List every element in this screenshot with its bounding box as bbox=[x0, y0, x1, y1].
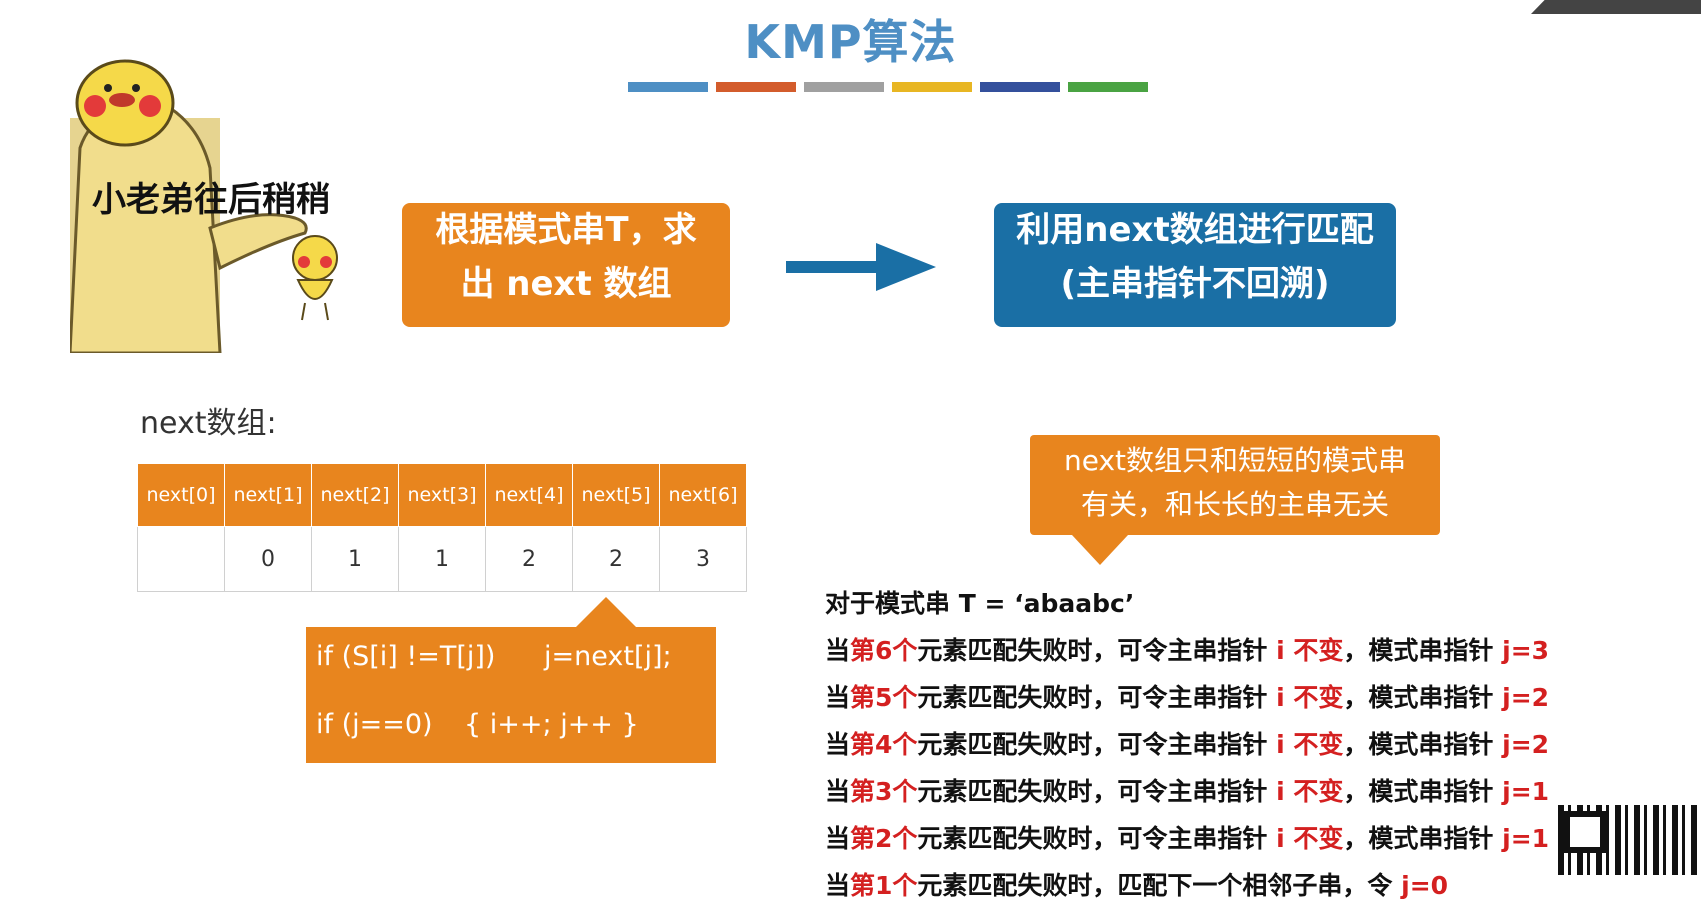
next-value-cell: 2 bbox=[485, 526, 573, 592]
rule-ordinal: 第3个 bbox=[850, 777, 918, 806]
rule-ordinal: 第6个 bbox=[850, 636, 918, 665]
note-line2: 有关，和长长的主串无关 bbox=[1080, 488, 1389, 521]
step1-line1: 根据模式串T，求 bbox=[435, 210, 697, 250]
color-bar bbox=[892, 82, 972, 92]
step2-line1: 利用next数组进行匹配 bbox=[1016, 210, 1374, 250]
rule-j-part: j=1 bbox=[1502, 824, 1550, 853]
rule-prefix: 当 bbox=[825, 683, 851, 712]
next-table-value-row: 0 1 1 2 2 3 bbox=[137, 526, 747, 592]
next-value-cell: 3 bbox=[659, 526, 747, 592]
code-line2-action: { i++; j++ } bbox=[464, 709, 639, 740]
next-value-cell: 1 bbox=[398, 526, 486, 592]
next-array-label: next数组: bbox=[140, 406, 277, 441]
rule-i-part: i 不变 bbox=[1276, 636, 1344, 665]
callout-pointer bbox=[576, 597, 636, 627]
title-color-bars bbox=[628, 82, 1148, 92]
step2-line2: (主串指针不回溯) bbox=[1060, 264, 1330, 304]
next-header-cell: next[4] bbox=[485, 463, 573, 527]
rule-text: ，模式串指针 bbox=[1343, 777, 1503, 806]
code-line2-condition: if (j==0) bbox=[316, 709, 433, 740]
next-header-cell: next[2] bbox=[311, 463, 399, 527]
rule-i-part: i 不变 bbox=[1276, 730, 1344, 759]
rule-j-part: j=1 bbox=[1502, 777, 1550, 806]
note-callout: next数组只和短短的模式串 有关，和长长的主串无关 bbox=[1030, 435, 1440, 565]
rule-item: 当第6个元素匹配失败时，可令主串指针 i 不变，模式串指针 j=3 bbox=[825, 627, 1701, 674]
next-table: next[0] next[1] next[2] next[3] next[4] … bbox=[137, 463, 747, 592]
code-line1-action: j=next[j]; bbox=[544, 641, 672, 672]
rule-text: 元素匹配失败时，可令主串指针 bbox=[917, 824, 1277, 853]
next-header-cell: next[3] bbox=[398, 463, 486, 527]
rule-text: 元素匹配失败时，可令主串指针 bbox=[917, 730, 1277, 759]
next-header-cell: next[1] bbox=[224, 463, 312, 527]
rule-item: 当第4个元素匹配失败时，可令主串指针 i 不变，模式串指针 j=2 bbox=[825, 721, 1701, 768]
next-value-cell: 2 bbox=[572, 526, 660, 592]
next-header-cell: next[5] bbox=[572, 463, 660, 527]
code-line1-condition: if (S[i] !=T[j]) bbox=[316, 641, 496, 672]
rule-ordinal: 第4个 bbox=[850, 730, 918, 759]
rule-i-part: i 不变 bbox=[1276, 824, 1344, 853]
rule-i-part: i 不变 bbox=[1276, 777, 1344, 806]
rule-j-part: j=0 bbox=[1401, 871, 1449, 900]
next-value-cell: 0 bbox=[224, 526, 312, 592]
rule-text: 元素匹配失败时，匹配下一个相邻子串，令 bbox=[917, 871, 1402, 900]
rule-text: ，模式串指针 bbox=[1343, 824, 1503, 853]
rule-ordinal: 第1个 bbox=[850, 871, 918, 900]
rule-j-part: j=3 bbox=[1502, 636, 1550, 665]
next-header-cell: next[6] bbox=[659, 463, 747, 527]
rule-text: 元素匹配失败时，可令主串指针 bbox=[917, 636, 1277, 665]
rule-prefix: 当 bbox=[825, 730, 851, 759]
code-callout: if (S[i] !=T[j]) j=next[j]; if (j==0) { … bbox=[306, 597, 716, 763]
mascot-caption: 小老弟往后稍稍 bbox=[92, 180, 330, 220]
step2-box: 利用next数组进行匹配 (主串指针不回溯) bbox=[994, 203, 1396, 327]
step1-box: 根据模式串T，求 出 next 数组 bbox=[402, 203, 730, 327]
rule-text: ，模式串指针 bbox=[1343, 683, 1503, 712]
color-bar bbox=[716, 82, 796, 92]
rule-prefix: 当 bbox=[825, 871, 851, 900]
rule-ordinal: 第2个 bbox=[850, 824, 918, 853]
rules-header: 对于模式串 T = ‘abaabc’ bbox=[825, 589, 1135, 618]
rule-j-part: j=2 bbox=[1502, 730, 1550, 759]
note-line1: next数组只和短短的模式串 bbox=[1063, 444, 1407, 477]
step1-line2: 出 next 数组 bbox=[460, 264, 672, 304]
next-header-cell: next[0] bbox=[137, 463, 225, 527]
color-bar bbox=[804, 82, 884, 92]
rule-text: ，模式串指针 bbox=[1343, 636, 1503, 665]
next-value-cell: 1 bbox=[311, 526, 399, 592]
color-bar bbox=[980, 82, 1060, 92]
rule-ordinal: 第5个 bbox=[850, 683, 918, 712]
rule-text: 元素匹配失败时，可令主串指针 bbox=[917, 777, 1277, 806]
qr-code-icon bbox=[1558, 805, 1701, 875]
rule-prefix: 当 bbox=[825, 636, 851, 665]
rule-prefix: 当 bbox=[825, 777, 851, 806]
rule-text: ，模式串指针 bbox=[1343, 730, 1503, 759]
next-table-header-row: next[0] next[1] next[2] next[3] next[4] … bbox=[137, 463, 747, 527]
color-bar bbox=[628, 82, 708, 92]
rule-item: 当第5个元素匹配失败时，可令主串指针 i 不变，模式串指针 j=2 bbox=[825, 674, 1701, 721]
next-value-cell bbox=[137, 526, 225, 592]
color-bar bbox=[1068, 82, 1148, 92]
rule-j-part: j=2 bbox=[1502, 683, 1550, 712]
rule-text: 元素匹配失败时，可令主串指针 bbox=[917, 683, 1277, 712]
rule-i-part: i 不变 bbox=[1276, 683, 1344, 712]
flow-arrow-icon bbox=[786, 243, 936, 291]
rule-prefix: 当 bbox=[825, 824, 851, 853]
callout-pointer bbox=[1072, 535, 1128, 565]
